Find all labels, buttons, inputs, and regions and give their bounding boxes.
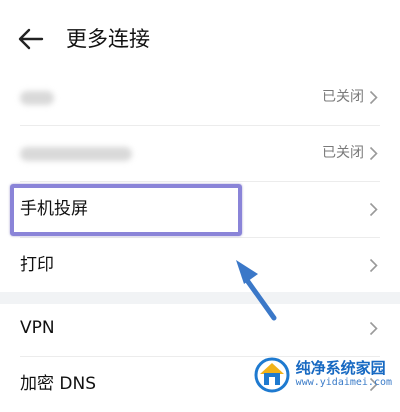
row-status: 已关闭 (322, 89, 364, 105)
back-arrow-icon (18, 28, 44, 50)
row-label: 打印 (20, 255, 54, 275)
title-bar: 更多连接 (0, 0, 400, 76)
blurred-label (20, 147, 132, 161)
pointer-arrow-icon (236, 260, 277, 321)
settings-row-print[interactable]: 打印 (0, 238, 400, 293)
house-logo-icon (254, 357, 290, 393)
row-label: VPN (20, 318, 55, 338)
chevron-right-icon (369, 321, 378, 336)
chevron-right-icon (369, 90, 378, 105)
row-label: 加密 DNS (20, 374, 97, 394)
back-button[interactable] (16, 24, 48, 54)
watermark-name: 纯净系统家园 (295, 359, 386, 378)
highlight-box (10, 184, 242, 236)
chevron-right-icon (369, 258, 378, 273)
blurred-label (20, 91, 54, 105)
chevron-right-icon (369, 146, 378, 161)
settings-row-nfc[interactable]: 已关闭 (0, 70, 400, 125)
page-title: 更多连接 (66, 27, 150, 51)
settings-row-share[interactable]: 已关闭 (0, 126, 400, 181)
chevron-right-icon (369, 202, 378, 217)
watermark: 纯净系统家园 www.yidaimei.com (252, 354, 392, 394)
row-status: 已关闭 (322, 145, 364, 161)
watermark-url: www.yidaimei.com (295, 376, 392, 388)
settings-row-vpn[interactable]: VPN (0, 301, 400, 356)
